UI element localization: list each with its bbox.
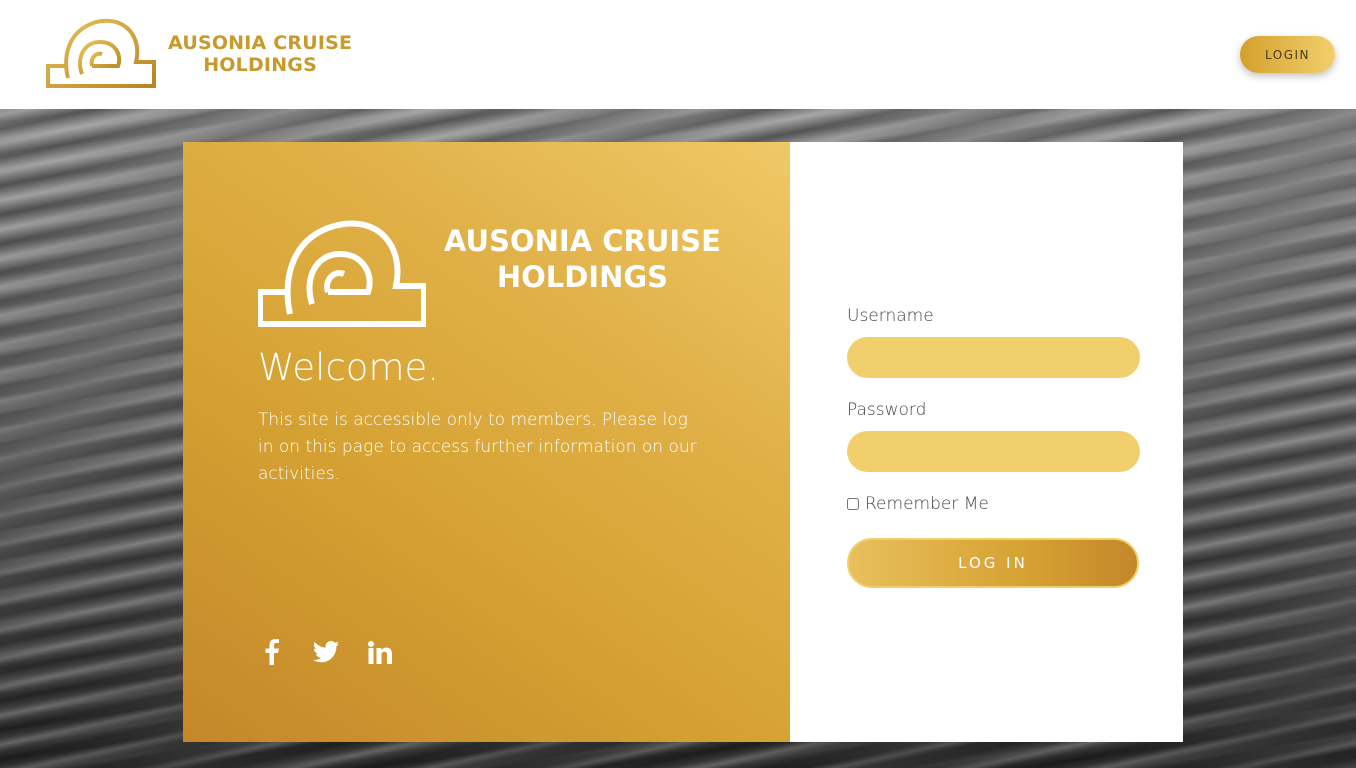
- remember-me-checkbox[interactable]: [847, 498, 859, 510]
- social-links: [258, 638, 394, 666]
- brand-logo-icon: [258, 220, 426, 327]
- header-login-button[interactable]: LOGIN: [1240, 36, 1335, 73]
- card-brand-line1: AUSONIA CRUISE: [444, 224, 721, 258]
- facebook-icon[interactable]: [258, 638, 286, 666]
- header-brand-name: AUSONIA CRUISE HOLDINGS: [168, 32, 352, 76]
- remember-me-label[interactable]: Remember Me: [865, 494, 989, 514]
- username-input[interactable]: [847, 337, 1140, 378]
- twitter-icon[interactable]: [312, 638, 340, 666]
- welcome-heading: Welcome.: [258, 346, 440, 389]
- site-header: AUSONIA CRUISE HOLDINGS LOGIN: [0, 0, 1356, 109]
- welcome-panel: AUSONIA CRUISE HOLDINGS Welcome. This si…: [183, 142, 790, 742]
- login-form-panel: Username Password Remember Me LOG IN: [790, 142, 1183, 742]
- username-label: Username: [847, 306, 934, 326]
- remember-me-row: Remember Me: [847, 494, 989, 514]
- card-logo: AUSONIA CRUISE HOLDINGS: [258, 218, 721, 328]
- linkedin-icon[interactable]: [366, 638, 394, 666]
- header-brand-line2: HOLDINGS: [203, 54, 317, 76]
- header-brand-line1: AUSONIA CRUISE: [168, 32, 353, 54]
- card-brand-line2: HOLDINGS: [496, 260, 669, 294]
- intro-text: This site is accessible only to members.…: [258, 410, 697, 484]
- brand-logo-icon: [46, 18, 156, 88]
- password-input[interactable]: [847, 431, 1140, 472]
- card-brand-name: AUSONIA CRUISE HOLDINGS: [444, 223, 721, 295]
- header-logo[interactable]: AUSONIA CRUISE HOLDINGS: [46, 18, 352, 90]
- login-card: AUSONIA CRUISE HOLDINGS Welcome. This si…: [183, 142, 1183, 742]
- login-submit-button[interactable]: LOG IN: [847, 538, 1139, 588]
- password-label: Password: [847, 400, 927, 420]
